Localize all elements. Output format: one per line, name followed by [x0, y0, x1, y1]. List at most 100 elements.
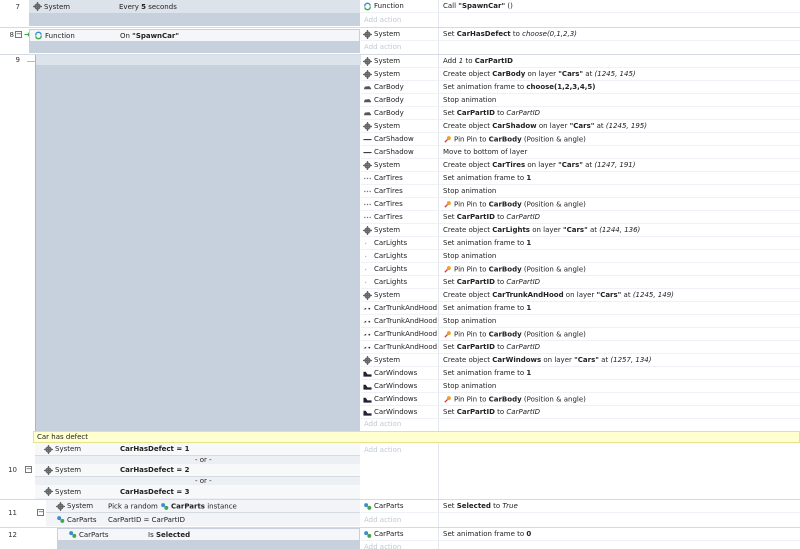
action-text: Call "SpawnCar" () — [443, 2, 513, 10]
car-body-icon — [363, 83, 372, 92]
action-row[interactable]: CarTrunkAndHood Set animation frame to 1 — [361, 302, 800, 315]
action-object: CarLights — [361, 265, 441, 274]
action-text: Pin Pin to CarBody (Position & angle) — [443, 135, 586, 144]
condition-object: System — [44, 487, 81, 496]
car-windows-icon — [363, 369, 372, 378]
action-row[interactable]: CarTires Set animation frame to 1 — [361, 172, 800, 185]
condition-block[interactable]: System CarHasDefect = 1 - or - System Ca… — [35, 443, 360, 499]
action-text: Pin Pin to CarBody (Position & angle) — [443, 200, 586, 209]
car-trunk-hood-icon — [363, 343, 372, 352]
gear-icon — [363, 355, 372, 365]
action-row[interactable]: System Create object CarShadow on layer "… — [361, 120, 800, 133]
action-object: CarLights — [361, 252, 441, 261]
action-row[interactable]: CarTrunkAndHood Pin Pin to CarBody (Posit… — [361, 328, 800, 341]
action-object: CarTrunkAndHood — [361, 304, 441, 313]
condition-block[interactable]: CarParts Is Selected — [57, 528, 360, 549]
condition-row[interactable]: CarParts Is Selected — [57, 528, 360, 541]
action-text: Pin Pin to CarBody (Position & angle) — [443, 265, 586, 274]
add-action-link[interactable]: Add action — [361, 541, 800, 549]
collapse-toggle[interactable]: − — [25, 466, 32, 473]
condition-row[interactable]: System Every 5 seconds — [29, 0, 360, 13]
action-object: CarLights — [361, 239, 441, 248]
action-row[interactable]: System Create object CarTires on layer "C… — [361, 159, 800, 172]
pin-icon — [443, 395, 452, 404]
pin-icon — [443, 200, 452, 209]
action-row[interactable]: CarParts Set Selected to True — [361, 500, 800, 513]
action-text: Pin Pin to CarBody (Position & angle) — [443, 395, 586, 404]
action-row[interactable]: CarLights Set CarPartID to CarPartID — [361, 276, 800, 289]
action-row[interactable]: CarTires Stop animation — [361, 185, 800, 198]
action-row[interactable]: CarParts Set animation frame to 0 — [361, 528, 800, 541]
action-row[interactable]: CarShadow Move to bottom of layer — [361, 146, 800, 159]
pin-icon — [443, 135, 452, 144]
condition-block[interactable]: Function On "SpawnCar" — [29, 29, 360, 53]
car-parts-icon — [68, 530, 77, 539]
action-text: Set Selected to True — [443, 502, 518, 510]
car-parts-icon — [56, 515, 65, 524]
action-object: System — [361, 121, 441, 131]
action-row[interactable]: CarWindows Stop animation — [361, 380, 800, 393]
action-text: Create object CarShadow on layer "Cars" … — [443, 122, 647, 130]
action-row[interactable]: CarTrunkAndHood Stop animation — [361, 315, 800, 328]
action-row[interactable]: CarTires Pin Pin to CarBody (Position & a… — [361, 198, 800, 211]
action-row[interactable]: CarTires Set CarPartID to CarPartID — [361, 211, 800, 224]
action-row[interactable]: CarLights Pin Pin to CarBody (Position & … — [361, 263, 800, 276]
condition-block[interactable]: System Every 5 seconds — [29, 0, 360, 26]
action-row[interactable]: System Set CarHasDefect to choose(0,1,2,… — [361, 28, 800, 41]
action-row[interactable]: CarWindows Pin Pin to CarBody (Position &… — [361, 393, 800, 406]
gear-icon — [56, 501, 65, 511]
add-action-link[interactable]: Add action — [361, 514, 800, 526]
action-text: Create object CarTires on layer "Cars" a… — [443, 161, 636, 169]
condition-block-empty[interactable] — [35, 55, 361, 431]
condition-row[interactable]: System CarHasDefect = 2 — [35, 464, 360, 477]
action-object: System — [361, 29, 441, 39]
action-row[interactable]: CarTrunkAndHood Set CarPartID to CarPartI… — [361, 341, 800, 354]
action-text: Set animation frame to 1 — [443, 369, 532, 377]
add-action-link[interactable]: Add action — [361, 14, 800, 26]
collapse-toggle[interactable]: − — [37, 509, 44, 516]
action-text: Create object CarBody on layer "Cars" at… — [443, 70, 636, 78]
condition-text: CarHasDefect = 1 — [120, 445, 190, 453]
action-row[interactable]: System Create object CarLights on layer "… — [361, 224, 800, 237]
action-row[interactable]: CarShadow Pin Pin to CarBody (Position & … — [361, 133, 800, 146]
action-row[interactable]: System Create object CarTrunkAndHood on l… — [361, 289, 800, 302]
car-tires-icon — [363, 213, 372, 222]
car-parts-icon — [363, 502, 372, 511]
action-row[interactable]: System Add 1 to CarPartID — [361, 55, 800, 68]
car-shadow-icon — [363, 148, 372, 157]
condition-row[interactable]: System CarHasDefect = 1 — [35, 443, 360, 456]
action-text: Set animation frame to choose(1,2,3,4,5) — [443, 83, 596, 91]
condition-text: On "SpawnCar" — [120, 31, 180, 40]
action-object: CarShadow — [361, 135, 441, 144]
action-text: Set animation frame to 0 — [443, 530, 532, 538]
condition-object: Function — [34, 31, 75, 40]
action-row[interactable]: Function Call "SpawnCar" () — [361, 0, 800, 13]
condition-row[interactable]: Function On "SpawnCar" — [29, 29, 360, 42]
action-object: CarTires — [361, 200, 441, 209]
condition-row[interactable]: CarParts CarPartID = CarPartID — [46, 513, 360, 526]
action-row[interactable]: CarBody Stop animation — [361, 94, 800, 107]
car-parts-icon — [160, 502, 169, 511]
condition-object: CarParts — [56, 515, 97, 524]
event-comment[interactable]: Car has defect — [33, 431, 800, 443]
action-row[interactable]: CarLights Stop animation — [361, 250, 800, 263]
action-row[interactable]: CarBody Set animation frame to choose(1,2… — [361, 81, 800, 94]
action-row[interactable]: System Create object CarWindows on layer … — [361, 354, 800, 367]
action-object: System — [361, 355, 441, 365]
add-action-link[interactable]: Add action — [361, 444, 800, 456]
action-row[interactable]: CarLights Set animation frame to 1 — [361, 237, 800, 250]
car-tires-icon — [363, 174, 372, 183]
condition-row[interactable]: System Pick a random CarParts instance — [46, 500, 360, 513]
action-row[interactable]: System Create object CarBody on layer "Ca… — [361, 68, 800, 81]
action-row[interactable]: CarWindows Set animation frame to 1 — [361, 367, 800, 380]
add-action-link[interactable]: Add action — [361, 418, 800, 430]
add-action-link[interactable]: Add action — [361, 41, 800, 53]
collapse-toggle[interactable]: − — [15, 31, 22, 38]
condition-row[interactable]: System CarHasDefect = 3 — [35, 485, 360, 498]
condition-block[interactable]: System Pick a random CarParts instance C… — [46, 500, 360, 526]
action-text: Set animation frame to 1 — [443, 239, 532, 247]
condition-object: CarParts — [68, 530, 109, 539]
action-text: Set animation frame to 1 — [443, 304, 532, 312]
event-number: 10 — [8, 466, 17, 474]
action-row[interactable]: CarBody Set CarPartID to CarPartID — [361, 107, 800, 120]
